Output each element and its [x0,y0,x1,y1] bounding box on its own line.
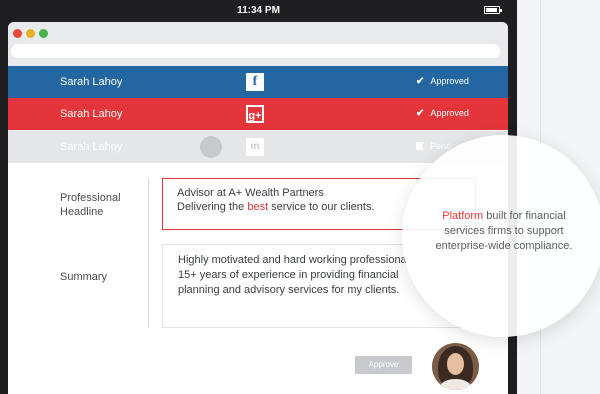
headline-flagged-word: best [247,201,269,213]
close-window-button[interactable] [13,29,22,38]
approve-button[interactable]: Approve [355,356,412,374]
vertical-divider [148,244,149,328]
summary-label: Summary [60,271,108,283]
status-time: 11:34 PM [237,5,280,16]
callout-line2: services firms to support [444,225,564,237]
avatar [432,343,479,390]
status-label: Approved [430,108,469,118]
minimize-window-button[interactable] [26,29,35,38]
callout-highlight: Platform [442,210,484,222]
status-bar: 11:34 PM [0,0,517,20]
facebook-icon: f [246,73,264,91]
checkmark-icon: ✔ [416,76,425,87]
google-plus-icon: g+ [246,105,264,123]
headline-text-pre: Delivering the [177,201,248,213]
row-user-name: Sarah Lahoy [60,108,123,120]
headline-label-line2: Headline [60,206,104,218]
window-titlebar [8,22,508,66]
status-label: Pend [430,141,452,151]
approval-row-linkedin[interactable]: Sarah Lahoy in Pend [8,131,508,163]
row-user-name: Sarah Lahoy [60,141,123,153]
headline-text-post: service to our clients. [268,201,375,213]
flag-icon [416,142,424,150]
callout-line1-rest: built for financial [483,210,566,222]
vertical-divider [148,178,149,250]
address-bar[interactable] [11,44,500,58]
status-label: Approved [430,76,469,86]
battery-icon [484,6,502,14]
callout-line1: Platform built for financial [420,209,588,224]
headline-label: Professional Headline [60,191,121,219]
row-user-name: Sarah Lahoy [60,76,123,88]
cursor-indicator [200,136,222,158]
status-approved: ✔ Approved [416,108,469,119]
status-pending: Pend [416,141,451,151]
approval-row-google-plus[interactable]: Sarah Lahoy g+ ✔ Approved [8,98,508,130]
linkedin-icon: in [246,138,264,156]
callout-text: Platform built for financial services fi… [420,209,588,254]
maximize-window-button[interactable] [39,29,48,38]
headline-label-line1: Professional [60,192,121,204]
callout-line3: enterprise-wide compliance. [435,240,573,252]
status-approved: ✔ Approved [416,76,469,87]
approval-row-facebook[interactable]: Sarah Lahoy f ✔ Approved [8,66,508,98]
checkmark-icon: ✔ [416,108,425,119]
